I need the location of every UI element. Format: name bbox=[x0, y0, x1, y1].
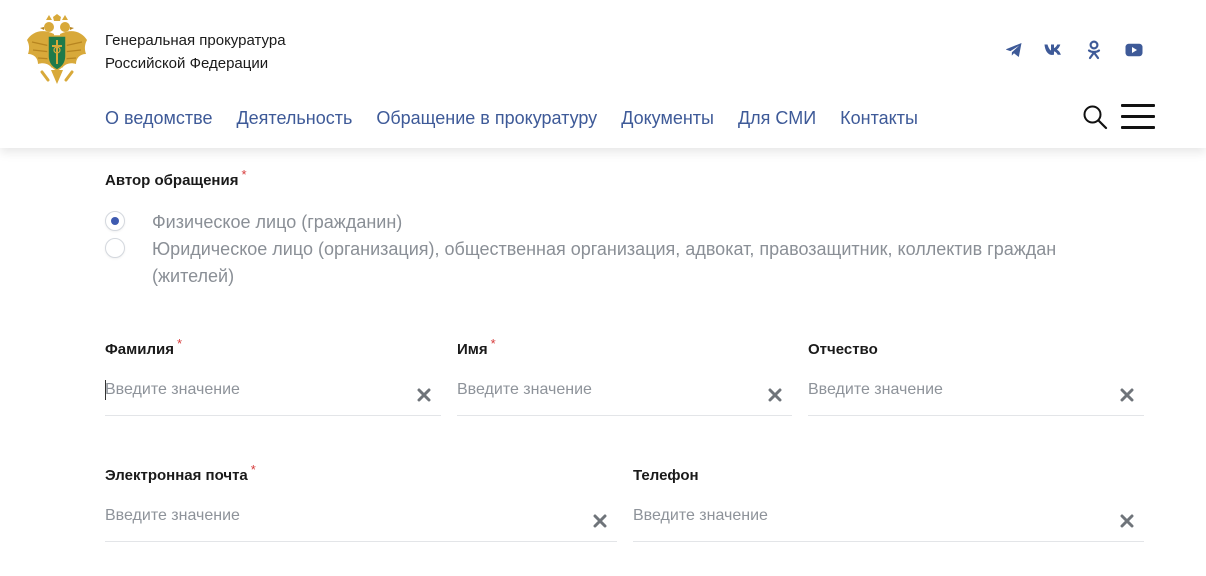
nav-item-media[interactable]: Для СМИ bbox=[738, 106, 816, 130]
nav-item-about[interactable]: О ведомстве bbox=[105, 106, 212, 130]
social-links bbox=[1004, 40, 1144, 60]
youtube-icon[interactable] bbox=[1124, 40, 1144, 60]
odnoklassniki-icon[interactable] bbox=[1084, 40, 1104, 60]
required-mark: * bbox=[250, 462, 256, 477]
author-label: Автор обращения * bbox=[105, 167, 247, 189]
email-label: Электронная почта * bbox=[105, 462, 256, 484]
clear-name-icon[interactable] bbox=[768, 388, 782, 402]
emblem-logo[interactable] bbox=[24, 14, 90, 86]
radio-button-legal-entity[interactable] bbox=[105, 238, 125, 258]
patronymic-label: Отчество bbox=[808, 341, 878, 358]
phone-field bbox=[633, 498, 1144, 542]
clear-phone-icon[interactable] bbox=[1120, 514, 1134, 528]
patronymic-field bbox=[808, 372, 1144, 416]
main-navigation: О ведомстве Деятельность Обращение в про… bbox=[105, 106, 918, 130]
nav-item-contacts[interactable]: Контакты bbox=[840, 106, 918, 130]
name-input[interactable] bbox=[457, 372, 792, 408]
email-input[interactable] bbox=[105, 498, 617, 534]
clear-email-icon[interactable] bbox=[593, 514, 607, 528]
required-mark: * bbox=[176, 336, 183, 351]
appeal-form: Автор обращения * Физическое лицо (гражда… bbox=[0, 148, 1206, 576]
organization-title-line1: Генеральная прокуратура bbox=[105, 32, 286, 49]
radio-label-legal-entity: Юридическое лицо (организация), обществе… bbox=[152, 239, 1057, 286]
radio-option-legal-entity[interactable]: Юридическое лицо (организация), обществе… bbox=[105, 236, 1092, 290]
hamburger-icon-bar bbox=[1121, 115, 1155, 118]
double-headed-eagle-icon bbox=[27, 14, 87, 84]
phone-label: Телефон bbox=[633, 467, 699, 484]
radio-label-individual: Физическое лицо (гражданин) bbox=[152, 212, 403, 232]
menu-button[interactable] bbox=[1121, 104, 1155, 130]
surname-label: Фамилия * bbox=[105, 336, 183, 358]
required-mark: * bbox=[490, 336, 496, 351]
surname-input[interactable] bbox=[105, 372, 441, 408]
name-field bbox=[457, 372, 792, 416]
patronymic-input[interactable] bbox=[808, 372, 1144, 408]
nav-item-documents[interactable]: Документы bbox=[621, 106, 714, 130]
clear-surname-icon[interactable] bbox=[417, 388, 431, 402]
vk-icon[interactable] bbox=[1044, 40, 1064, 60]
required-mark: * bbox=[241, 167, 247, 182]
search-button[interactable] bbox=[1082, 104, 1108, 130]
search-icon bbox=[1083, 105, 1108, 130]
organization-title-line2: Российской Федерации bbox=[105, 55, 269, 72]
radio-button-individual[interactable] bbox=[105, 211, 125, 231]
nav-item-appeal[interactable]: Обращение в прокуратуру bbox=[376, 106, 597, 130]
radio-option-individual[interactable]: Физическое лицо (гражданин) bbox=[105, 209, 1092, 236]
nav-item-activity[interactable]: Деятельность bbox=[236, 106, 352, 130]
phone-input[interactable] bbox=[633, 498, 1144, 534]
hamburger-icon-bar bbox=[1121, 126, 1155, 129]
site-header: Генеральная прокуратура Российской Федер… bbox=[0, 0, 1206, 148]
organization-title[interactable]: Генеральная прокуратура Российской Федер… bbox=[105, 29, 286, 75]
hamburger-icon-bar bbox=[1121, 104, 1155, 107]
name-label: Имя * bbox=[457, 336, 496, 358]
telegram-icon[interactable] bbox=[1004, 40, 1024, 60]
email-field bbox=[105, 498, 617, 542]
surname-field bbox=[105, 372, 441, 416]
clear-patronymic-icon[interactable] bbox=[1120, 388, 1134, 402]
